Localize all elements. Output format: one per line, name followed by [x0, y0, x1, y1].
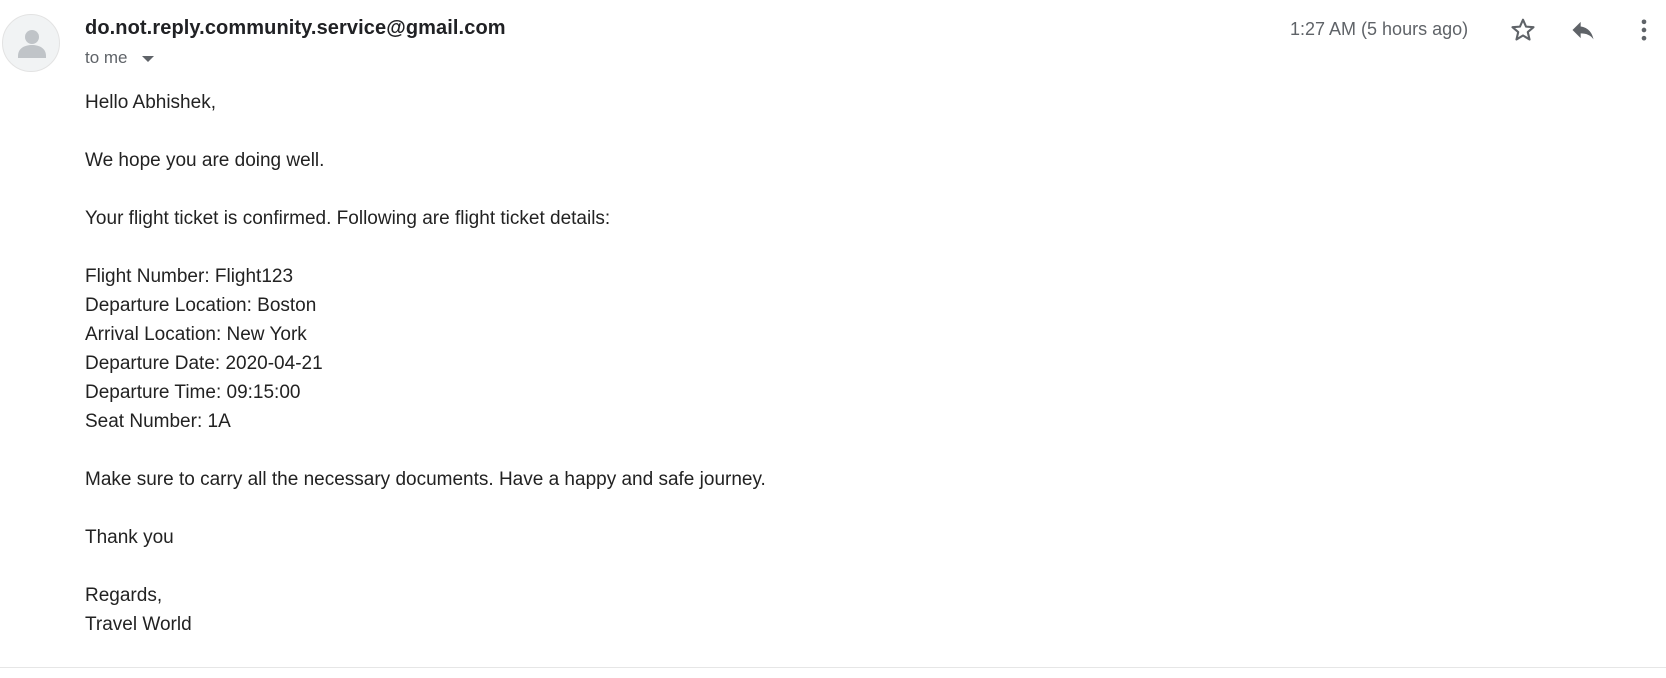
detail-departure-location: Departure Location: Boston: [85, 295, 317, 316]
detail-flight-number: Flight Number: Flight123: [85, 266, 294, 287]
more-vert-icon: [1641, 19, 1647, 41]
signature-block: Regards, Travel World: [85, 581, 766, 639]
star-button[interactable]: [1505, 12, 1541, 48]
signature-name: Travel World: [85, 614, 192, 635]
greeting-text: Hello Abhishek,: [85, 92, 216, 113]
detail-departure-date: Departure Date: 2020-04-21: [85, 353, 323, 374]
flight-details: Flight Number: Flight123 Departure Locat…: [85, 262, 766, 436]
detail-departure-time: Departure Time: 09:15:00: [85, 382, 301, 403]
caret-down-icon: [141, 56, 154, 62]
body-paragraph: Make sure to carry all the necessary doc…: [85, 469, 766, 490]
message-timestamp: 1:27 AM (5 hours ago): [1290, 19, 1469, 39]
sender-email[interactable]: do.not.reply.community.service@gmail.com: [85, 17, 506, 40]
regards-text: Regards,: [85, 585, 163, 606]
divider: [0, 667, 1666, 668]
body-paragraph: We hope you are doing well.: [85, 150, 325, 171]
thanks-text: Thank you: [85, 527, 174, 548]
sender-avatar[interactable]: [2, 14, 60, 72]
reply-icon: [1572, 21, 1594, 40]
recipients-toggle[interactable]: to me: [85, 48, 154, 68]
message-body: Hello Abhishek, We hope you are doing we…: [85, 88, 766, 639]
body-paragraph: Your flight ticket is confirmed. Followi…: [85, 208, 611, 229]
recipients-label: to me: [85, 48, 128, 67]
detail-arrival-location: Arrival Location: New York: [85, 324, 307, 345]
reply-button[interactable]: [1565, 12, 1601, 48]
detail-seat-number: Seat Number: 1A: [85, 411, 231, 432]
more-options-button[interactable]: [1626, 12, 1662, 48]
star-outline-icon: [1511, 18, 1535, 41]
person-icon: [18, 30, 46, 58]
